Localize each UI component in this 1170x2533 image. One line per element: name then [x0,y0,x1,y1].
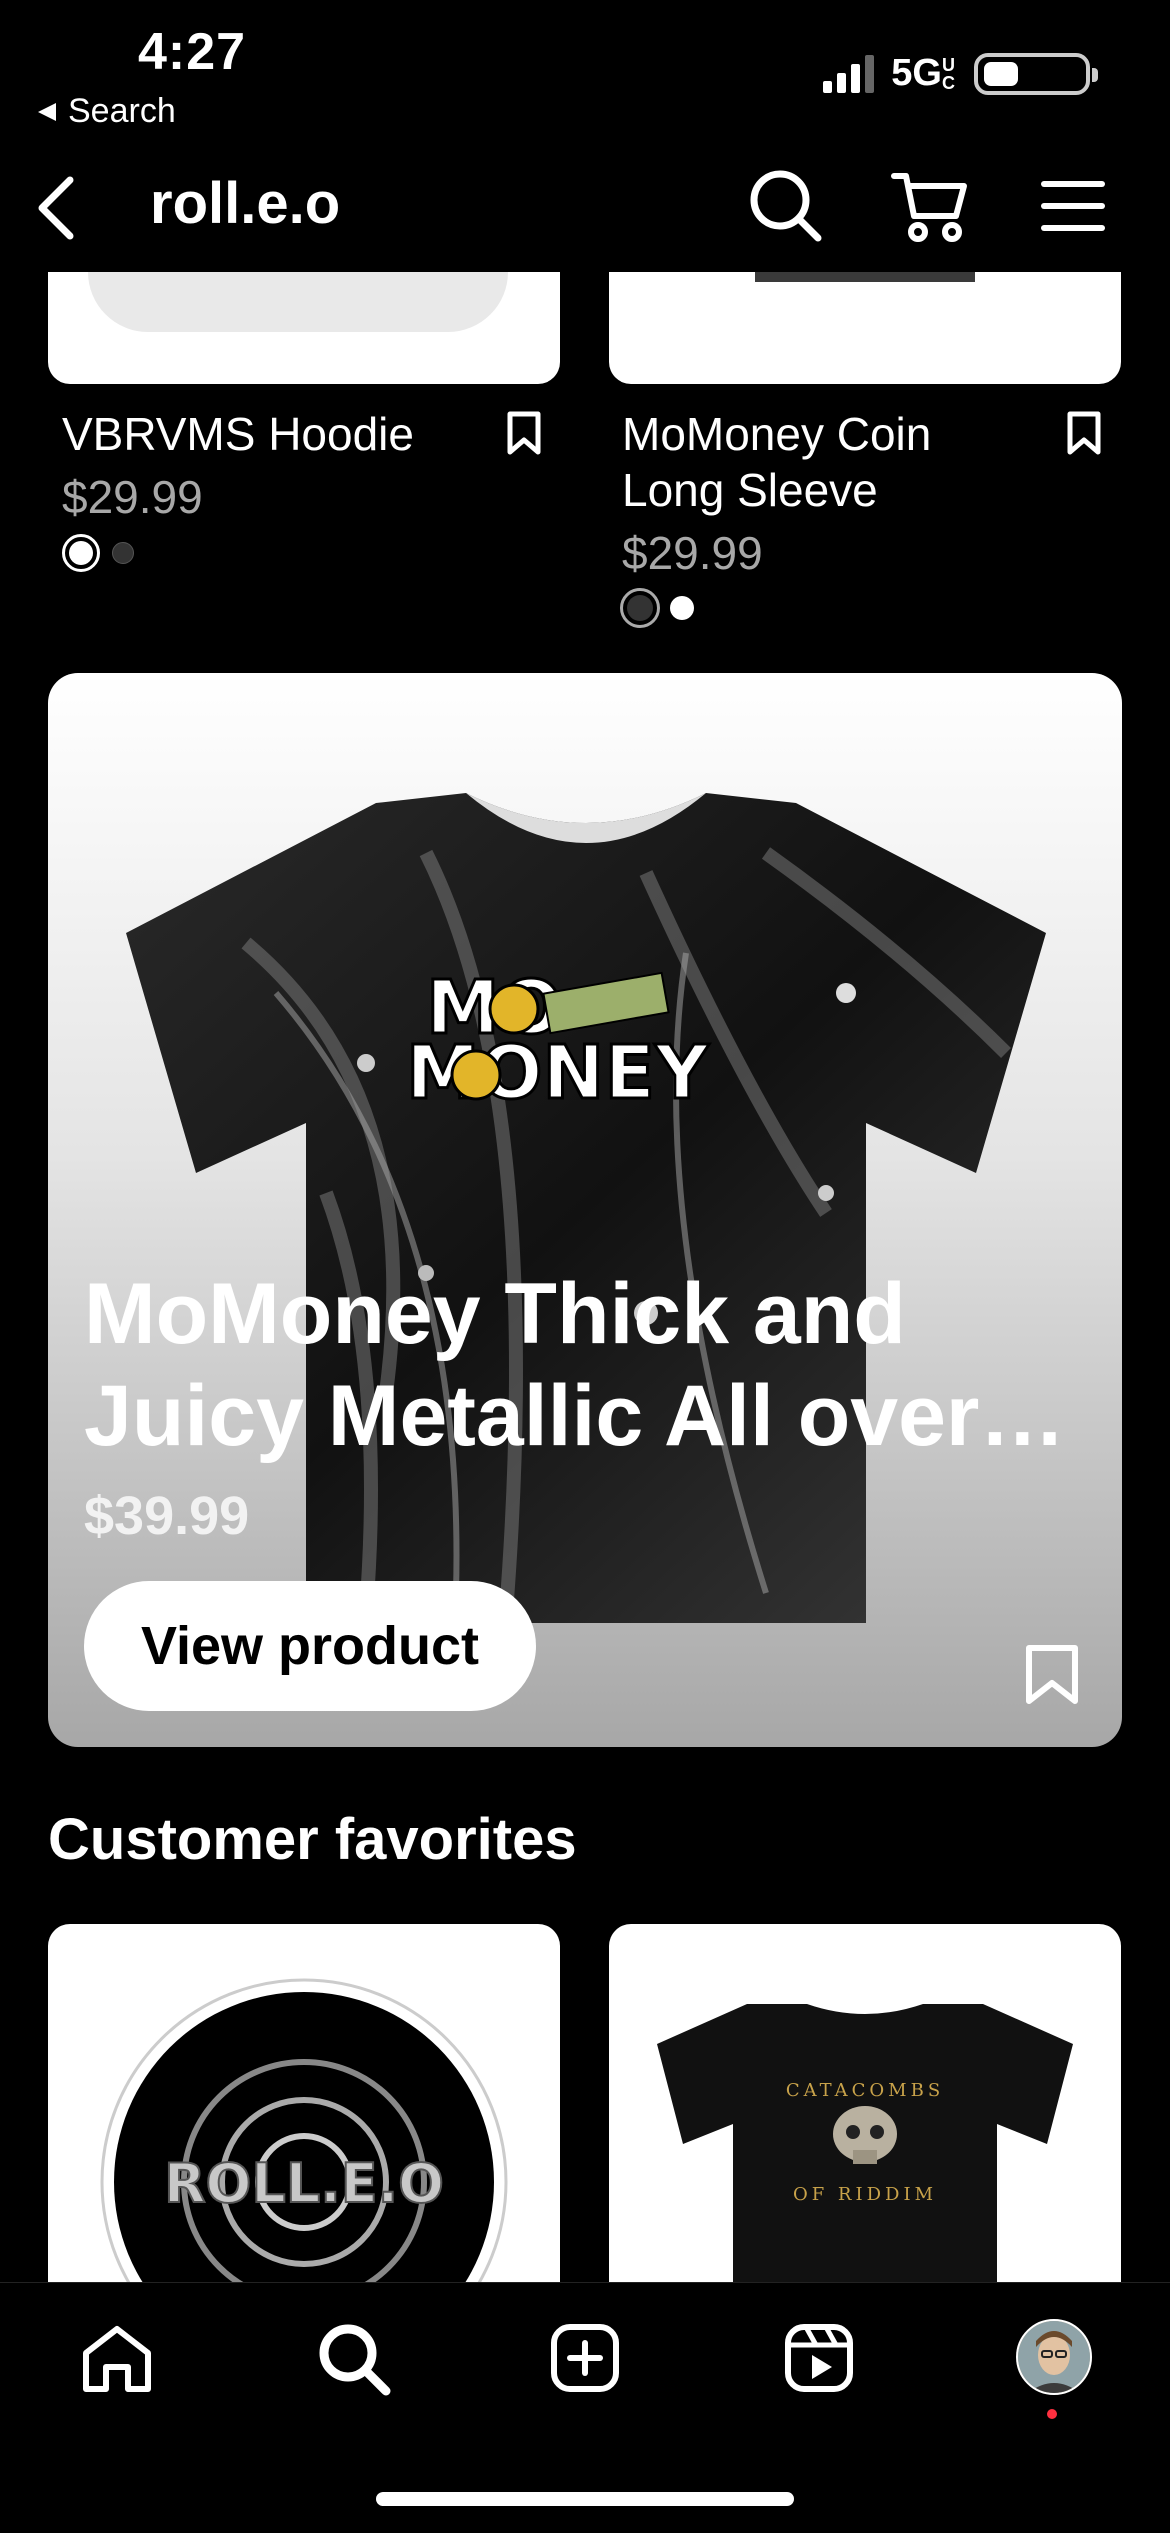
view-product-button[interactable]: View product [84,1581,536,1711]
battery-icon [974,52,1098,95]
product-name[interactable]: VBRVMS Hoodie [62,406,414,462]
featured-product-title: MoMoney Thick and Juicy Metallic All ove… [84,1263,1084,1467]
profile-avatar[interactable] [1016,2319,1092,2395]
back-to-search-label: Search [68,92,176,130]
signal-icon [823,54,875,93]
product-name-line1: MoMoney Coin [622,408,932,460]
search-icon[interactable] [748,168,822,242]
tshirt-text-bottom: OF RIDDIM [793,2184,937,2205]
network-suffix: UC [942,55,955,93]
sticker-text: ROLL.E.O [164,2152,444,2215]
momoney-logo: MO MONEY [405,964,712,1118]
network-type: 5G [891,52,942,94]
product-name-line2: Long Sleeve [622,464,878,516]
tshirt-image: MO MONEY [126,793,1046,1623]
swatch-white[interactable] [670,596,694,620]
battery-level [984,61,1018,86]
search-icon[interactable] [316,2321,392,2397]
page-title: roll.e.o [150,171,341,236]
bookmark-icon[interactable] [1024,1643,1080,1707]
product-name[interactable]: MoMoney Coin Long Sleeve [622,406,931,518]
product-price: $29.99 [622,527,763,579]
catacombs-tshirt-image: CATACOMBS OF RIDDIM [657,2004,1073,2284]
menu-icon[interactable] [1040,178,1106,234]
featured-title-line1: MoMoney Thick and [84,1266,906,1362]
avatar-image [1018,2321,1090,2393]
product-price: $29.99 [62,471,203,523]
product-image-hoodie[interactable] [48,272,560,384]
back-triangle-icon [38,102,56,121]
notification-dot [1047,2409,1057,2419]
status-indicators: 5G UC [823,52,1098,95]
color-swatches [620,588,694,628]
status-time: 4:27 [138,23,247,81]
back-chevron-icon[interactable] [34,176,78,240]
long-sleeve-image [755,272,975,282]
bookmark-icon[interactable] [506,410,542,456]
favorite-product-sticker[interactable]: ROLL.E.O [48,1924,560,2284]
swatch-black-selected[interactable] [620,588,660,628]
home-indicator [376,2492,794,2506]
favorite-product-tshirt[interactable]: CATACOMBS OF RIDDIM [609,1924,1121,2284]
create-post-icon[interactable] [550,2323,620,2393]
featured-title-line2: Juicy Metallic All over p... [84,1368,1084,1464]
hoodie-image [88,272,508,332]
featured-product-price: $39.99 [84,1486,250,1546]
featured-product-card[interactable]: MO MONEY MoMoney Thick and Juicy Metalli… [48,673,1122,1747]
rolleo-sticker-image: ROLL.E.O [100,1978,508,2284]
home-icon[interactable] [80,2323,154,2395]
swatch-white-selected[interactable] [62,534,100,572]
product-image-long-sleeve[interactable] [609,272,1121,384]
section-title: Customer favorites [48,1807,577,1872]
color-swatches [62,534,134,572]
bookmark-icon[interactable] [1066,410,1102,456]
swatch-black[interactable] [112,542,134,564]
back-to-search[interactable]: Search [36,92,176,131]
cart-icon[interactable] [890,170,968,244]
reels-icon[interactable] [784,2323,854,2393]
tshirt-text-top: CATACOMBS [786,2080,944,2101]
